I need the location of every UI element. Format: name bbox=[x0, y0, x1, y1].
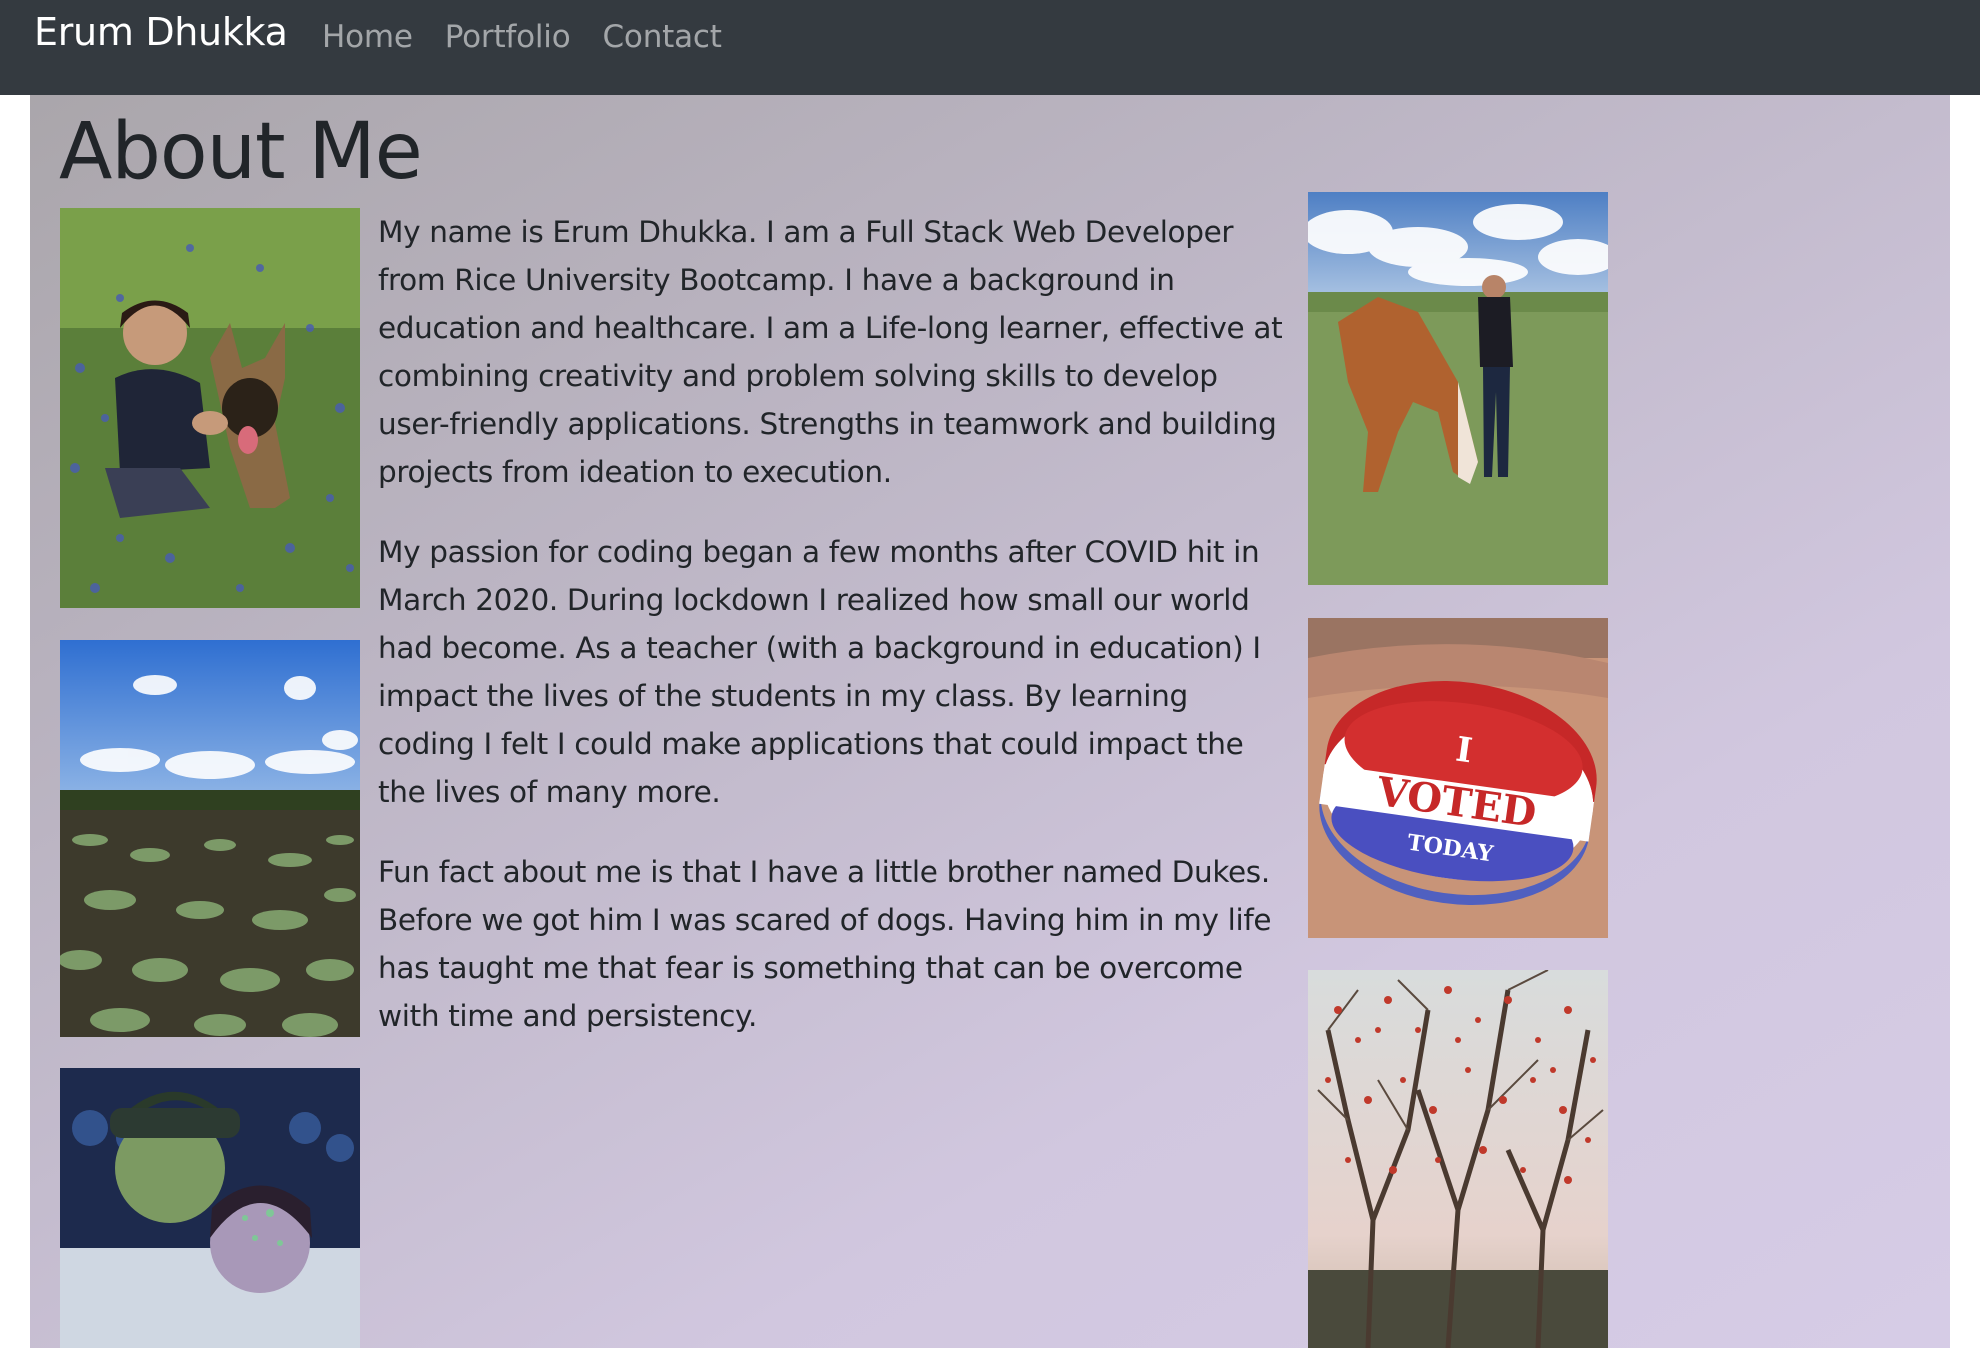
page-title: About Me bbox=[59, 107, 423, 197]
about-paragraph-1: My name is Erum Dhukka. I am a Full Stac… bbox=[378, 215, 1283, 489]
nav-link-home[interactable]: Home bbox=[322, 12, 413, 62]
photo-with-horse bbox=[1308, 192, 1608, 585]
photo-with-dog bbox=[60, 208, 360, 608]
nav-link-portfolio[interactable]: Portfolio bbox=[445, 12, 571, 62]
about-paragraph-3: Fun fact about me is that I have a littl… bbox=[378, 855, 1272, 1033]
photo-red-trees bbox=[1308, 970, 1608, 1348]
photo-voted-sticker: I VOTED TODAY bbox=[1308, 618, 1608, 938]
about-section: About Me My name is Erum Dhukka. I am a … bbox=[30, 95, 1950, 1348]
top-navbar: Erum Dhukka Home Portfolio Contact bbox=[0, 0, 1980, 95]
photo-glow-selfie bbox=[60, 1068, 360, 1348]
nav-links: Home Portfolio Contact bbox=[322, 12, 754, 62]
about-paragraph-2: My passion for coding began a few months… bbox=[378, 535, 1261, 809]
nav-link-contact[interactable]: Contact bbox=[602, 12, 721, 62]
brand-link[interactable]: Erum Dhukka bbox=[34, 6, 288, 58]
photo-lily-pond bbox=[60, 640, 360, 1037]
